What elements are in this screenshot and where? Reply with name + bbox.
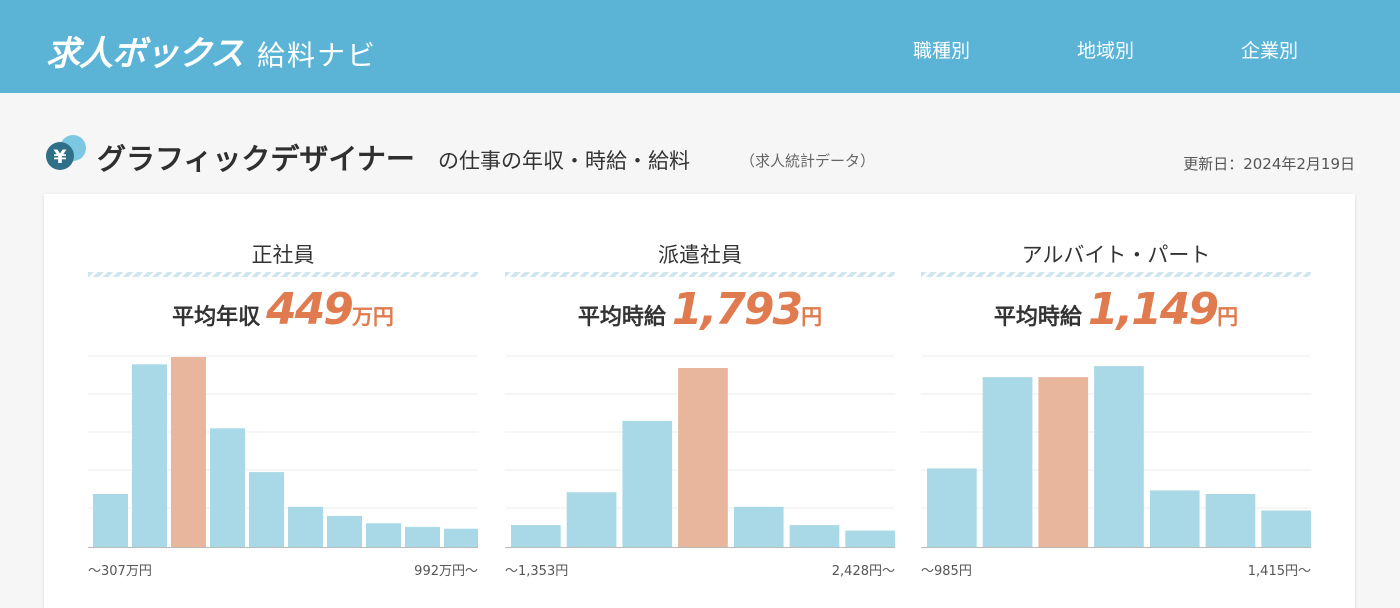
axis-min-label: 〜1,353円 [505,564,569,579]
axis-max-label: 2,428円〜 [831,564,895,579]
nav-item-occupation[interactable]: 職種別 [913,36,970,63]
average-label: 平均時給 [577,305,666,330]
histogram-bar [622,420,673,547]
histogram-bar [366,523,401,548]
histogram-bar [789,525,840,547]
panel-divider [88,272,478,277]
average-summary: 平均年収 449万円 [88,284,478,335]
histogram-bar [845,530,895,547]
page-title-note: （求人統計データ） [740,152,876,170]
nav-item-company[interactable]: 企業別 [1241,36,1298,63]
yen-icon: ¥ [46,135,86,170]
average-summary: 平均時給 1,149円 [921,284,1311,335]
histogram-bar [327,515,362,547]
panel-divider [921,272,1311,277]
average-label: 平均時給 [993,305,1082,330]
panel-temp-staff: 派遣社員 平均時給 1,793円 〜1,353円 2,428円〜 [505,194,895,594]
histogram-bar [1149,490,1200,547]
site-header: 求人ボックス 給料ナビ 職種別 地域別 企業別 [0,0,1400,93]
average-label: 平均年収 [172,305,261,330]
panel-divider [505,272,895,277]
panel-title: 派遣社員 [658,243,742,267]
histogram-bar [982,377,1033,547]
panel-part-time: アルバイト・パート 平均時給 1,149円 〜985円 1,415円〜 [921,194,1311,594]
salary-card: 正社員 平均年収 449万円 〜307万円 992万円〜 派遣社員 平均時給 1,7… [44,194,1355,608]
histogram-bar [132,364,167,547]
axis-min-label: 〜985円 [921,564,972,579]
histogram-bar [210,428,245,548]
panel-title: アルバイト・パート [1021,243,1211,267]
histogram-bar [405,526,440,547]
histogram-bar [93,494,128,547]
histogram-bar [288,506,323,547]
average-value: 449 [266,284,354,335]
updated-date: 更新日：2024年2月19日 [1183,155,1355,173]
histogram-bar [1261,510,1311,547]
page-title: グラフィックデザイナー [97,142,415,176]
average-unit: 円 [1217,305,1239,329]
average-value: 1,149 [1087,284,1219,335]
svg-text:¥: ¥ [53,146,66,168]
average-unit: 円 [801,305,823,329]
average-summary: 平均時給 1,793円 [505,284,895,335]
histogram-bar-average [1038,377,1089,547]
histogram-bar [733,506,784,547]
salary-histogram [88,355,478,548]
average-unit: 万円 [351,305,394,329]
site-logo[interactable]: 求人ボックス 給料ナビ [46,26,377,75]
page-title-suffix: の仕事の年収・時給・給料 [438,149,690,173]
nav-item-region[interactable]: 地域別 [1077,36,1134,63]
panel-fulltime: 正社員 平均年収 449万円 〜307万円 992万円〜 [88,194,478,594]
panel-title: 正社員 [251,243,315,267]
salary-histogram [921,355,1311,548]
axis-max-label: 992万円〜 [414,564,478,579]
axis-min-label: 〜307万円 [88,564,152,579]
histogram-bar-average [171,357,206,547]
histogram-bar-average [678,368,728,547]
histogram-bar [249,472,284,547]
histogram-bar [1205,494,1256,547]
logo-sub-text: 給料ナビ [256,39,377,72]
histogram-bar [444,528,478,547]
histogram-bar [511,525,561,547]
logo-main-text: 求人ボックス [46,34,244,74]
histogram-bar [566,492,617,547]
axis-max-label: 1,415円〜 [1247,564,1311,579]
histogram-bar [1094,366,1144,547]
salary-histogram [505,355,895,548]
average-value: 1,793 [671,284,803,335]
histogram-bar [927,468,977,547]
